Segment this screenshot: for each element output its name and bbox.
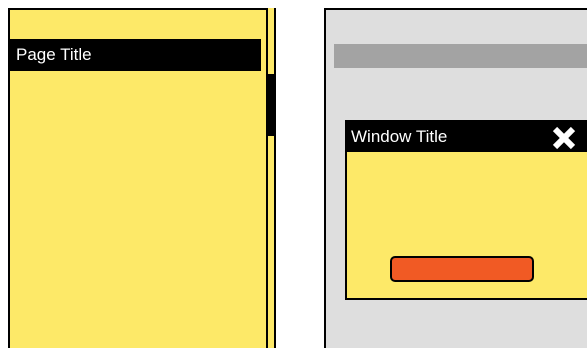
page-scrollbar-thumb[interactable] [268,74,276,136]
window-action-button[interactable] [390,256,534,282]
window-dialog: Window Title [345,120,587,300]
page-title: Page Title [10,39,261,71]
close-icon[interactable] [551,125,577,151]
page-scrollbar-track[interactable] [266,8,274,348]
header-strip [334,44,587,68]
